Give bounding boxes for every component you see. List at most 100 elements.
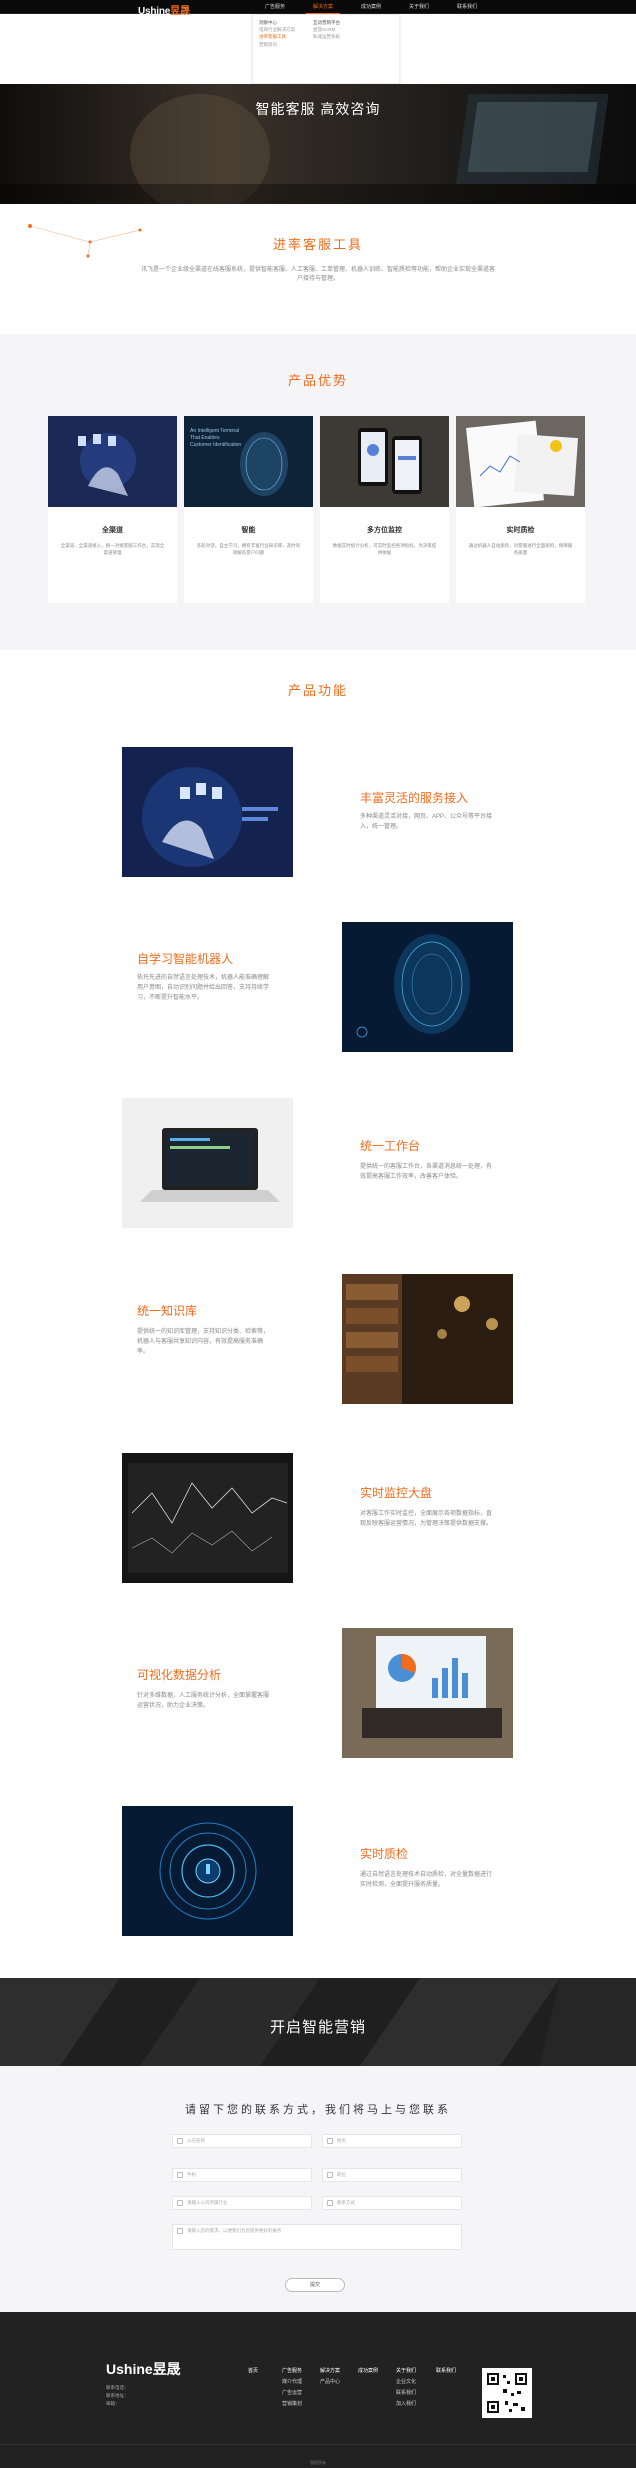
footer-link[interactable]: 成功案例	[358, 2366, 378, 2377]
card-image-hands	[48, 416, 177, 507]
intro-text: 讯飞是一个企业级全渠道在线客服系统，提供智能客服、人工客服、工单管理、机器人训练…	[140, 267, 495, 282]
dropdown-item[interactable]: 昱晟SCRM	[313, 26, 340, 33]
feature-desc: 提供统一的知识库管理，支持知识分类、检索等，机器人与客服共享知识内容，有效提高服…	[137, 1329, 270, 1355]
card-title: 智能	[241, 527, 256, 534]
nav-item-contact[interactable]: 联系我们	[450, 0, 484, 14]
footer-col-ad: 广告服务 媒介代理 广告运营 营销策划	[282, 2366, 302, 2410]
feature-desc: 通过自然语言处理技术自动质检，对全量数据进行实时检测，全面提升服务质量。	[360, 1872, 493, 1888]
logo[interactable]: Ushine昱晟	[138, 2, 190, 17]
copyright-text: 版权所有	[310, 2460, 326, 2465]
footer-link[interactable]: 营销策划	[282, 2399, 302, 2410]
dropdown-col-2: 互动营销平台 昱晟SCRM 私域运营系统	[313, 19, 340, 41]
dropdown-item[interactable]: 营销资讯	[259, 41, 295, 48]
svg-text:That Enables: That Enables	[190, 435, 220, 441]
advantage-card: An Intelligent Terminal That Enables Cus…	[184, 416, 313, 603]
footer-email: 邮箱：	[106, 2401, 120, 2406]
dropdown-item[interactable]: 电商行业解决方案	[259, 26, 295, 33]
footer-logo[interactable]: Ushine昱晟	[106, 2359, 181, 2379]
feature-title: 统一知识库	[137, 1304, 198, 1318]
footer-col-contact: 联系我们	[436, 2366, 456, 2377]
feature-desc: 针对多维数据，人工服务统计分析，全面掌握客服运营状况，助力企业决策。	[137, 1693, 270, 1709]
card-title: 实时质检	[506, 527, 535, 534]
dropdown-item[interactable]: 互动营销平台	[313, 19, 340, 26]
footer-divider	[0, 2444, 636, 2445]
footer-col-about: 关于我们 企业文化 联系我们 加入我们	[396, 2366, 416, 2410]
nav-item-ad-service[interactable]: 广告服务	[258, 0, 292, 14]
svg-text:Customer Identification: Customer Identification	[190, 442, 241, 448]
footer-col-solutions: 解决方案 产品中心	[320, 2366, 340, 2388]
card-desc: 多轮对话，自主学习，拥有丰富行业知识库，及时有效解答客户问题	[196, 543, 301, 555]
banner-title: 开启智能营销	[269, 2019, 366, 2036]
footer-link[interactable]: 企业文化	[396, 2377, 416, 2388]
feature-image-library	[342, 1274, 513, 1404]
submit-button[interactable]: 提交	[285, 2278, 345, 2292]
contact-form-section: 请留下您的联系方式，我们将马上与您联系	[0, 2066, 636, 2312]
card-image-ai-head: An Intelligent Terminal That Enables Cus…	[184, 416, 313, 507]
footer-link[interactable]: 联系我们	[436, 2366, 456, 2377]
top-navbar: Ushine昱晟 广告服务 解决方案 成功案例 关于我们 联系我们	[0, 0, 636, 17]
feature-desc: 依托先进的自然语言处理技术，机器人能准确理解用户意图，自动识别问题并给出回答，支…	[137, 975, 270, 1001]
phone-input[interactable]: 手机	[172, 2168, 312, 2182]
advantage-card: 实时质检 通过机器人自动质检，对客服进行全面质检，保障服务质量	[456, 416, 585, 603]
svg-text:An Intelligent Terminal: An Intelligent Terminal	[190, 428, 239, 434]
qr-code	[482, 2368, 532, 2418]
card-title: 全渠道	[102, 527, 123, 534]
footer-link[interactable]: 联系我们	[396, 2388, 416, 2399]
feature-title: 实时质检	[360, 1847, 409, 1861]
intro-title: 进率客服工具	[272, 237, 363, 252]
footer-link[interactable]: 广告运营	[282, 2388, 302, 2399]
card-desc: 通过机器人自动质检，对客服进行全面质检，保障服务质量	[468, 543, 573, 555]
footer-col-home: 首页	[248, 2366, 258, 2377]
footer-link[interactable]: 媒介代理	[282, 2377, 302, 2388]
advantage-card: 多方位监控 数据实时统计分析，可实时监控各项指标，为决策提供依据	[320, 416, 449, 603]
feature-image-analytics	[342, 1628, 513, 1758]
feature-desc: 对客服工作实时监控，全面展示各项数据指标，直观反映客服运营情况，为管理决策提供数…	[360, 1511, 493, 1527]
card-desc: 全渠道、全渠道接入，统一对接客服工作台，实现全渠道管理	[60, 543, 165, 555]
card-desc: 数据实时统计分析，可实时监控各项指标，为决策提供依据	[332, 543, 437, 555]
footer-link[interactable]: 解决方案	[320, 2366, 340, 2377]
hero-banner: 智能客服 高效咨询	[0, 84, 636, 204]
position-input[interactable]: 职位	[322, 2168, 462, 2182]
nav-item-solutions[interactable]: 解决方案	[306, 0, 341, 14]
dropdown-item-active[interactable]: 进率客服工具	[259, 33, 295, 40]
footer-contact-info: 联系电话： 联系地址： 邮箱：	[106, 2384, 246, 2408]
advantages-title: 产品优势	[287, 373, 348, 388]
name-input[interactable]: 姓名	[322, 2134, 462, 2148]
feature-image-monitor	[122, 1453, 293, 1583]
feature-title: 实时监控大盘	[360, 1486, 433, 1500]
cta-banner: 开启智能营销	[0, 1978, 636, 2066]
nav-item-about[interactable]: 关于我们	[402, 0, 436, 14]
footer-link[interactable]: 关于我们	[396, 2366, 416, 2377]
footer-link[interactable]: 加入我们	[396, 2399, 416, 2410]
feature-title: 自学习智能机器人	[137, 952, 234, 966]
industry-select[interactable]: 请输入公司所属行业	[172, 2196, 312, 2210]
footer-link[interactable]: 产品中心	[320, 2377, 340, 2388]
feature-image-service	[122, 747, 293, 877]
company-input[interactable]: 公司名称	[172, 2134, 312, 2148]
feature-desc: 多种渠道灵活对接，网页、APP、公众号等平台接入，统一管理。	[360, 814, 493, 830]
dropdown-item[interactable]: 洞察中心	[259, 19, 295, 26]
dropdown-item[interactable]: 私域运营系统	[313, 33, 340, 40]
form-title: 请留下您的联系方式，我们将马上与您联系	[185, 2104, 451, 2116]
feature-title: 统一工作台	[360, 1139, 421, 1153]
contact-input[interactable]: 联系方式	[322, 2196, 462, 2210]
feature-image-robot	[342, 922, 513, 1052]
hero-title: 智能客服 高效咨询	[255, 101, 381, 117]
feature-image-workbench	[122, 1098, 293, 1228]
footer-link[interactable]: 首页	[248, 2366, 258, 2377]
solutions-dropdown-menu: 洞察中心 电商行业解决方案 进率客服工具 营销资讯 互动营销平台 昱晟SCRM …	[252, 14, 400, 84]
footer-phone: 联系电话：	[106, 2385, 129, 2390]
feature-desc: 提供统一的客服工作台，各渠道消息统一处理，有效提高客服工作效率，改善客户体验。	[360, 1164, 493, 1180]
nav-item-cases[interactable]: 成功案例	[354, 0, 388, 14]
footer-address: 联系地址：	[106, 2393, 129, 2398]
main-nav: 广告服务 解决方案 成功案例 关于我们 联系我们	[258, 0, 498, 14]
card-image-phone	[320, 416, 449, 507]
footer-col-cases: 成功案例	[358, 2366, 378, 2377]
dropdown-col-1: 洞察中心 电商行业解决方案 进率客服工具 营销资讯	[259, 19, 295, 48]
footer-link[interactable]: 广告服务	[282, 2366, 302, 2377]
feature-image-fingerprint	[122, 1806, 293, 1936]
advantage-card: 全渠道 全渠道、全渠道接入，统一对接客服工作台，实现全渠道管理	[48, 416, 177, 603]
feature-title: 丰富灵活的服务接入	[360, 791, 469, 805]
card-title: 多方位监控	[367, 527, 402, 534]
requirements-textarea[interactable]: 请输入您的需求，以便我们为您提供更好的服务	[172, 2224, 462, 2250]
